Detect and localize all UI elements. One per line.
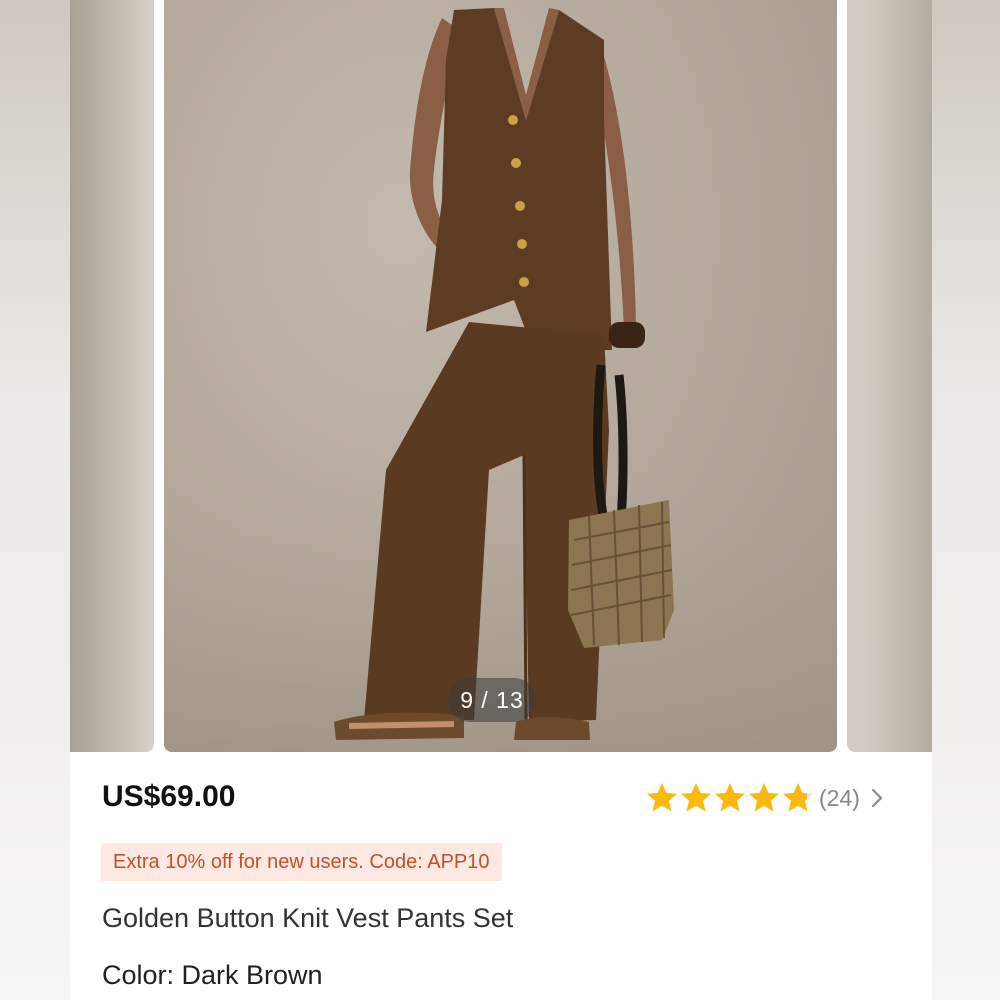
star-icon xyxy=(647,783,677,812)
chevron-right-icon[interactable] xyxy=(870,787,884,809)
screen-edge-right xyxy=(932,0,1000,1000)
product-page: 9 / 13 US$69.00 (24) Extra 10% off for n… xyxy=(70,0,932,1000)
image-counter-badge: 9 / 13 xyxy=(448,678,536,722)
review-count: (24) xyxy=(819,784,860,811)
promo-banner: Extra 10% off for new users. Code: APP10 xyxy=(101,843,502,881)
product-price: US$69.00 xyxy=(102,780,236,813)
image-carousel[interactable]: 9 / 13 xyxy=(70,0,932,752)
star-icon xyxy=(715,783,745,812)
selected-color-label: Color: Dark Brown xyxy=(102,960,323,990)
star-icon xyxy=(783,783,813,812)
star-icon xyxy=(749,783,779,812)
carousel-next-image[interactable] xyxy=(847,0,932,752)
product-image[interactable] xyxy=(164,0,837,752)
carousel-previous-image[interactable] xyxy=(70,0,154,752)
rating-summary[interactable]: (24) xyxy=(645,780,884,816)
star-rating xyxy=(645,781,815,815)
screen-edge-left xyxy=(0,0,70,1000)
product-title: Golden Button Knit Vest Pants Set xyxy=(102,903,514,933)
product-photo-illustration xyxy=(164,8,837,752)
star-icon xyxy=(681,783,711,812)
